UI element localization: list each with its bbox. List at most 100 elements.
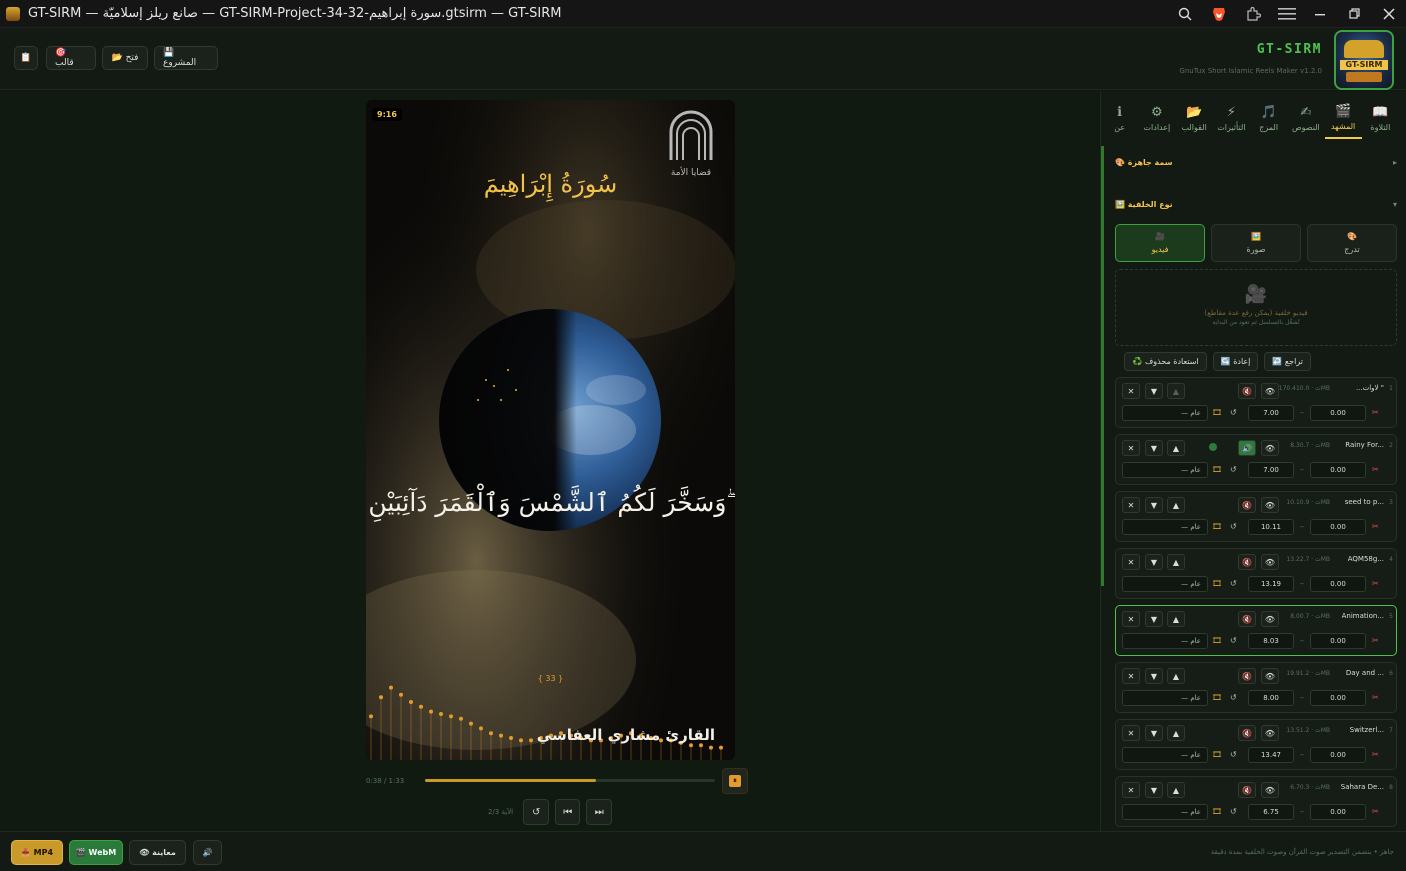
restore-deleted-button[interactable]: ♻️ استعادة محذوف — [1124, 352, 1207, 371]
move-up-button[interactable]: ▲ — [1167, 440, 1185, 456]
clip-row[interactable]: ✕ ▼ ▲ 🔊 👁 8.3ث · 0.7MB Rainy For... 2 — … — [1115, 434, 1397, 485]
bg-type-option-2[interactable]: 🎥 فيديو — [1115, 224, 1205, 262]
previous-button[interactable]: ⏮ — [554, 799, 581, 825]
redo-button[interactable]: ↪️ إعادة — [1212, 352, 1259, 371]
brave-lion-icon[interactable] — [1202, 0, 1236, 28]
restore-icon[interactable] — [1338, 0, 1372, 28]
move-down-button[interactable]: ▼ — [1145, 668, 1163, 684]
visibility-button[interactable]: 👁 — [1261, 497, 1279, 513]
visibility-button[interactable]: 👁 — [1261, 725, 1279, 741]
delete-clip-button[interactable]: ✕ — [1122, 554, 1140, 570]
delete-clip-button[interactable]: ✕ — [1122, 668, 1140, 684]
loop-icon[interactable]: ↺ — [1230, 750, 1237, 759]
clip-end-input[interactable]: 8.00 — [1248, 690, 1294, 706]
clip-mode-select[interactable]: — عام — [1122, 462, 1208, 478]
mute-button[interactable]: 🔇 — [1238, 782, 1256, 798]
clip-row[interactable]: ✕ ▼ ▲ 🔇 👁 19.9ث · 1.2MB Day and ... 6 — … — [1115, 662, 1397, 713]
tab-1[interactable]: 🎬 المشهد — [1324, 97, 1362, 139]
tab-3[interactable]: 🎵 المزج — [1250, 97, 1287, 139]
move-down-button[interactable]: ▼ — [1145, 611, 1163, 627]
scissors-icon[interactable]: ✂ — [1372, 522, 1379, 531]
clip-row[interactable]: ✕ ▼ ▲ 🔇 👁 8.0ث · 0.7MB Animation... 5 — … — [1115, 605, 1397, 656]
clip-row[interactable]: ✕ ▼ ▲ 🔇 👁 13.5ث · 1.2MB Switzerl... 7 — … — [1115, 719, 1397, 770]
scissors-icon[interactable]: ✂ — [1372, 807, 1379, 816]
open-button[interactable]: 📂 فتح — [102, 46, 148, 70]
preview-button[interactable]: 👁 معاينة — [129, 840, 186, 865]
delete-clip-button[interactable]: ✕ — [1122, 611, 1140, 627]
clip-mode-select[interactable]: — عام — [1122, 804, 1208, 820]
scissors-icon[interactable]: ✂ — [1372, 465, 1379, 474]
move-up-button[interactable]: ▲ — [1167, 668, 1185, 684]
visibility-button[interactable]: 👁 — [1261, 554, 1279, 570]
clip-row[interactable]: ✕ ▼ ▲ 🔇 👁 10.1ث · 0.9MB seed to p... 3 —… — [1115, 491, 1397, 542]
clip-mode-select[interactable]: — عام — [1122, 405, 1208, 421]
visibility-button[interactable]: 👁 — [1261, 440, 1279, 456]
bg-type-option-1[interactable]: 🖼️ صورة — [1211, 224, 1301, 262]
visibility-button[interactable]: 👁 — [1261, 782, 1279, 798]
clip-mode-select[interactable]: — عام — [1122, 747, 1208, 763]
mute-button[interactable]: 🔇 — [1238, 611, 1256, 627]
clipboard-button[interactable]: 📋 — [14, 46, 38, 70]
loop-icon[interactable]: ↺ — [1230, 807, 1237, 816]
bg-type-option-0[interactable]: 🎨 تدرج — [1307, 224, 1397, 262]
loop-icon[interactable]: ↺ — [1230, 522, 1237, 531]
next-button[interactable]: ⏭ — [586, 799, 612, 825]
export-mp4-button[interactable]: 📥 MP4 — [11, 840, 63, 865]
clip-start-input[interactable]: 0.00 — [1310, 633, 1366, 649]
clip-mode-select[interactable]: — عام — [1122, 576, 1208, 592]
clip-start-input[interactable]: 0.00 — [1310, 576, 1366, 592]
replay-button[interactable]: ↺ — [523, 799, 549, 825]
move-up-button[interactable]: ▲ — [1167, 782, 1185, 798]
unmute-button[interactable]: 🔊 — [1238, 440, 1256, 456]
loop-icon[interactable]: ↺ — [1230, 693, 1237, 702]
undo-button[interactable]: ↩️ تراجع — [1264, 352, 1311, 371]
progress-track[interactable] — [425, 779, 715, 782]
clip-mode-select[interactable]: — عام — [1122, 633, 1208, 649]
clip-end-input[interactable]: 8.03 — [1248, 633, 1294, 649]
loop-icon[interactable]: ↺ — [1230, 579, 1237, 588]
video-dropzone[interactable]: 🎥 فيديو خلفية (يمكن رفع عدة مقاطع) تُشغَ… — [1115, 269, 1397, 346]
clip-start-input[interactable]: 0.00 — [1310, 690, 1366, 706]
preset-theme-section[interactable]: 🎨 سمة جاهزة ▸ — [1115, 153, 1397, 171]
mute-button[interactable]: 🔇 — [1238, 383, 1256, 399]
move-down-button[interactable]: ▼ — [1145, 383, 1163, 399]
bg-type-section[interactable]: 🖼️ نوع الخلفية ▾ — [1115, 195, 1397, 213]
clip-end-input[interactable]: 6.75 — [1248, 804, 1294, 820]
move-down-button[interactable]: ▼ — [1145, 554, 1163, 570]
tab-4[interactable]: ⚡ التأثيرات — [1213, 97, 1250, 139]
delete-clip-button[interactable]: ✕ — [1122, 725, 1140, 741]
clip-row[interactable]: ✕ ▼ ▲ 🔇 👁 6.7ث · 0.3MB Sahara De... 8 — … — [1115, 776, 1397, 827]
move-down-button[interactable]: ▼ — [1145, 782, 1163, 798]
mute-button[interactable]: 🔇 — [1238, 668, 1256, 684]
delete-clip-button[interactable]: ✕ — [1122, 383, 1140, 399]
template-button[interactable]: 🎯 قالب — [46, 46, 96, 70]
move-down-button[interactable]: ▼ — [1145, 440, 1163, 456]
clip-end-input[interactable]: 10.11 — [1248, 519, 1294, 535]
clip-row[interactable]: ✕ ▼ ▲ 🔇 👁 13.2ث · 2.7MB AQM58g... 4 — عا… — [1115, 548, 1397, 599]
visibility-button[interactable]: 👁 — [1261, 611, 1279, 627]
mute-button[interactable]: 🔇 — [1238, 554, 1256, 570]
pause-button[interactable]: ⏸ — [722, 768, 748, 794]
delete-clip-button[interactable]: ✕ — [1122, 782, 1140, 798]
clip-end-input[interactable]: 7.00 — [1248, 405, 1294, 421]
clip-row[interactable]: ✕ ▼ ▲ 🔇 👁 170.4ث · 10.0MB ...لاوات " 1 —… — [1115, 377, 1397, 428]
scissors-icon[interactable]: ✂ — [1372, 636, 1379, 645]
minimize-icon[interactable] — [1304, 0, 1338, 28]
move-up-button[interactable]: ▲ — [1167, 554, 1185, 570]
clip-end-input[interactable]: 13.47 — [1248, 747, 1294, 763]
move-down-button[interactable]: ▼ — [1145, 725, 1163, 741]
scissors-icon[interactable]: ✂ — [1372, 693, 1379, 702]
close-icon[interactable] — [1372, 0, 1406, 28]
clip-start-input[interactable]: 0.00 — [1310, 747, 1366, 763]
loop-icon[interactable]: ↺ — [1230, 408, 1237, 417]
clip-end-input[interactable]: 7.00 — [1248, 462, 1294, 478]
move-up-button[interactable]: ▲ — [1167, 725, 1185, 741]
mute-button[interactable]: 🔇 — [1238, 497, 1256, 513]
scissors-icon[interactable]: ✂ — [1372, 408, 1379, 417]
clip-mode-select[interactable]: — عام — [1122, 690, 1208, 706]
zoom-icon[interactable] — [1168, 0, 1202, 28]
move-up-button[interactable]: ▲ — [1167, 611, 1185, 627]
tab-7[interactable]: ℹ عن — [1101, 97, 1138, 139]
loop-icon[interactable]: ↺ — [1230, 465, 1237, 474]
export-webm-button[interactable]: 🎬 WebM — [69, 840, 123, 865]
